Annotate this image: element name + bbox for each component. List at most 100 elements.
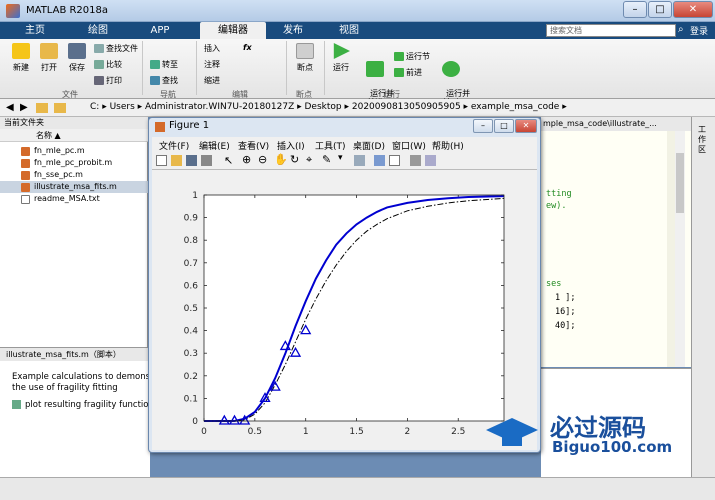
group-separator — [324, 41, 325, 95]
breadcrumb-item[interactable]: Administrator.WIN7U-20180127Z — [145, 102, 294, 112]
maximize-button[interactable]: □ — [648, 1, 672, 18]
forward-icon[interactable]: ▶ — [20, 102, 28, 113]
brush-icon[interactable]: ✎ — [322, 153, 331, 166]
file-row[interactable]: fn_sse_pc.m — [0, 169, 148, 181]
colorbar-icon[interactable] — [374, 155, 385, 166]
new-label: 新建 — [13, 63, 29, 72]
details-item[interactable]: plot resulting fragility functions — [12, 400, 158, 410]
print-button[interactable]: 打印 — [94, 75, 122, 86]
menu-view[interactable]: 查看(V) — [238, 139, 269, 152]
insert-label: 插入 — [204, 44, 220, 53]
menu-insert[interactable]: 插入(I) — [277, 139, 305, 152]
new-figure-icon[interactable] — [156, 155, 167, 166]
compare-button[interactable]: 比较 — [94, 59, 122, 70]
menu-desktop[interactable]: 桌面(D) — [353, 139, 385, 152]
search-docs-input[interactable]: 搜索文档 — [546, 24, 676, 37]
zoom-out-icon[interactable]: ⊖ — [258, 153, 267, 166]
compare-label: 比较 — [106, 60, 122, 69]
m-file-icon — [21, 147, 30, 156]
breadcrumb-item[interactable]: C: — [90, 102, 99, 112]
file-row[interactable]: readme_MSA.txt — [0, 193, 148, 205]
up-folder-icon[interactable] — [36, 103, 48, 113]
breadcrumb-item[interactable]: 2020090813050905905 — [352, 102, 461, 112]
open-file-icon[interactable] — [171, 155, 182, 166]
link-plot-icon[interactable] — [354, 155, 365, 166]
tab-home[interactable]: 主页 — [8, 22, 62, 39]
file-name: fn_mle_pc_probit.m — [34, 158, 113, 167]
save-label: 保存 — [69, 63, 85, 72]
pointer-icon[interactable]: ↖ — [224, 154, 233, 167]
editor-scroll-thumb[interactable] — [676, 153, 684, 213]
y-tick-label: 0.9 — [184, 214, 199, 224]
figure-window[interactable]: Figure 1 – □ ✕ 文件(F) 编辑(E) 查看(V) 插入(I) 工… — [148, 117, 541, 453]
editor-panel: mple_msa_code\illustrate_... tting ew). … — [541, 117, 691, 367]
breadcrumb-item[interactable]: example_msa_code — [471, 102, 559, 112]
run-section-button[interactable]: 运行节 — [394, 51, 430, 62]
breadcrumb-item[interactable]: Users — [110, 102, 135, 112]
pan-icon[interactable]: ✋ — [274, 153, 288, 166]
back-icon[interactable]: ◀ — [6, 102, 14, 113]
indent-button[interactable]: 缩进 — [204, 75, 220, 86]
figure-maximize-button[interactable]: □ — [494, 119, 514, 133]
ribbon-toolstrip: 新建 打开 保存 查找文件 比较 打印 文件 转至 查找 导航 插入 注释 缩进… — [0, 39, 715, 107]
breakpoints-button[interactable]: 断点 — [290, 43, 320, 73]
breadcrumb-item[interactable]: Desktop — [305, 102, 342, 112]
figure-close-button[interactable]: ✕ — [515, 119, 537, 133]
file-row[interactable]: fn_mle_pc_probit.m — [0, 157, 148, 169]
legend-icon[interactable] — [389, 155, 400, 166]
close-button[interactable]: ✕ — [673, 1, 713, 18]
zoom-in-icon[interactable]: ⊕ — [242, 153, 251, 166]
browse-folder-icon[interactable] — [54, 103, 66, 113]
menu-help[interactable]: 帮助(H) — [432, 139, 464, 152]
save-button[interactable]: 保存 — [64, 43, 90, 73]
minimize-button[interactable]: – — [623, 1, 647, 18]
tab-editor[interactable]: 编辑器 — [200, 22, 266, 39]
new-button[interactable]: 新建 — [8, 43, 34, 73]
tab-view[interactable]: 视图 — [326, 22, 372, 39]
hide-plot-tools-icon[interactable] — [410, 155, 421, 166]
tab-apps[interactable]: APP — [134, 22, 186, 39]
fx-button[interactable]: fx — [243, 43, 252, 52]
tab-plots[interactable]: 绘图 — [68, 22, 128, 39]
show-plot-tools-icon[interactable] — [425, 155, 436, 166]
file-row-selected[interactable]: illustrate_msa_fits.m — [0, 181, 148, 193]
rotate-icon[interactable]: ↻ — [290, 153, 299, 166]
data-cursor-icon[interactable]: ⌖ — [306, 153, 312, 167]
name-column-header[interactable]: 名称 ▲ — [0, 129, 148, 142]
menu-edit[interactable]: 编辑(E) — [199, 139, 230, 152]
breadcrumb[interactable]: C: ▸ Users ▸ Administrator.WIN7U-2018012… — [90, 102, 567, 112]
advance-button[interactable]: 前进 — [394, 67, 422, 78]
run-icon — [333, 43, 350, 59]
x-tick-label: 2 — [405, 427, 411, 437]
window-title: MATLAB R2018a — [26, 5, 109, 16]
file-row[interactable]: fn_mle_pc.m — [0, 145, 148, 157]
watermark-url: Biguo100.com — [552, 438, 673, 456]
y-tick-label: 0.7 — [184, 259, 198, 269]
menu-window[interactable]: 窗口(W) — [392, 139, 426, 152]
new-icon — [12, 43, 30, 59]
indent-label: 缩进 — [204, 76, 220, 85]
comment-label: 注释 — [204, 60, 220, 69]
print-label: 打印 — [106, 76, 122, 85]
save-figure-icon[interactable] — [186, 155, 197, 166]
advance-icon — [394, 68, 404, 77]
comment-button[interactable]: 注释 — [204, 59, 220, 70]
editor-tab[interactable]: mple_msa_code\illustrate_... — [541, 117, 691, 131]
axes-background — [204, 195, 504, 421]
menu-tools[interactable]: 工具(T) — [315, 139, 346, 152]
find-files-button[interactable]: 查找文件 — [94, 43, 138, 54]
code-line: 16]; — [555, 307, 576, 317]
open-button[interactable]: 打开 — [36, 43, 62, 73]
figure-minimize-button[interactable]: – — [473, 119, 493, 133]
tab-publish[interactable]: 发布 — [270, 22, 316, 39]
menu-file[interactable]: 文件(F) — [159, 139, 189, 152]
find-button[interactable]: 查找 — [150, 75, 178, 86]
print-figure-icon[interactable] — [201, 155, 212, 166]
goto-button[interactable]: 转至 — [150, 59, 178, 70]
insert-button[interactable]: 插入 — [204, 43, 220, 54]
details-panel: illustrate_msa_fits.m（脚本） Example calcul… — [0, 347, 158, 477]
run-button[interactable]: 运行 — [328, 43, 354, 73]
brush-dropdown-icon[interactable]: ▾ — [338, 153, 343, 163]
login-link[interactable]: 登录 — [690, 24, 708, 37]
code-line: 1 ]; — [555, 293, 576, 303]
